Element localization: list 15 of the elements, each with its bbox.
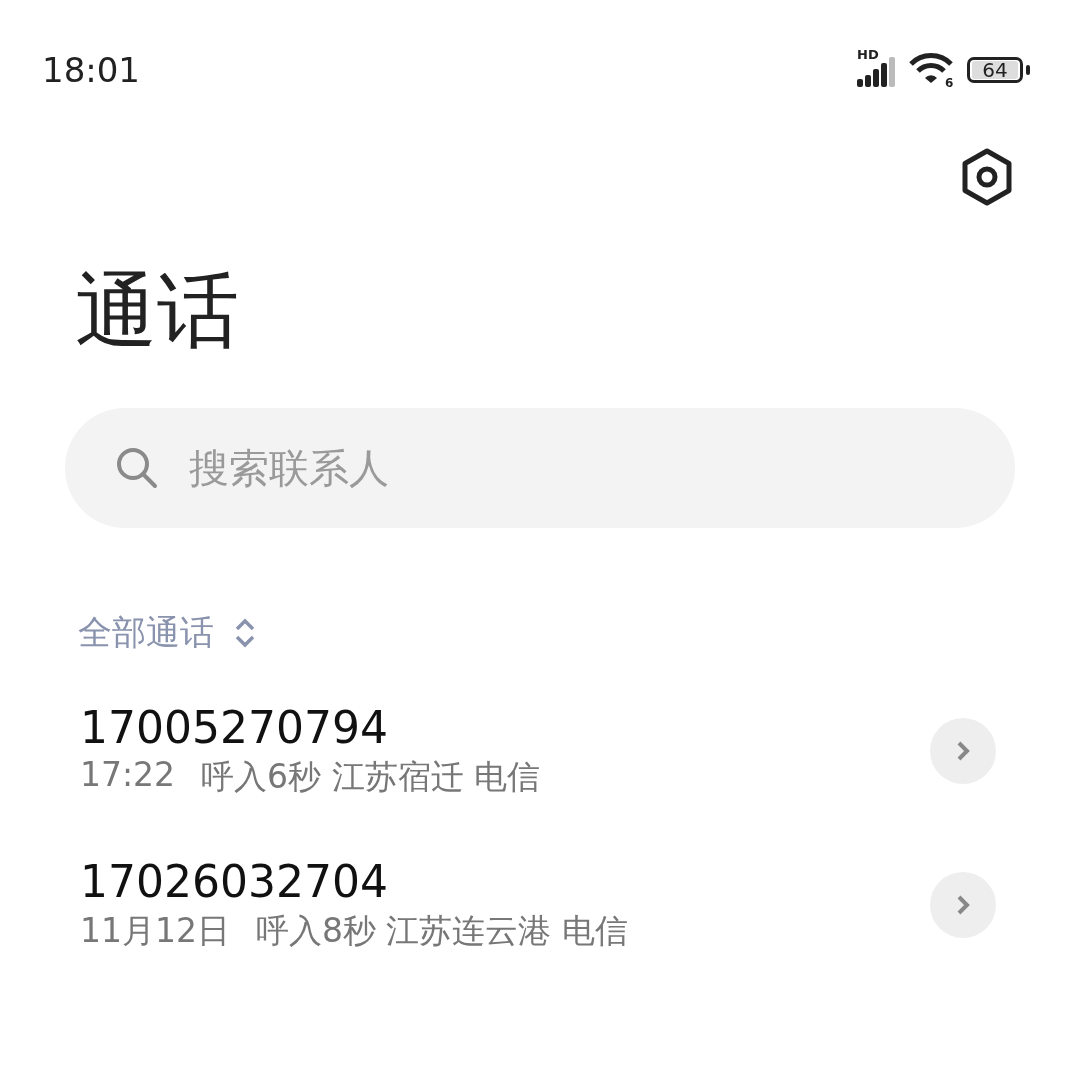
settings-icon[interactable] <box>960 148 1014 206</box>
call-time: 11月12日 <box>80 910 230 952</box>
phone-number[interactable]: 17026032704 <box>80 856 628 907</box>
chevron-right-icon <box>955 739 971 763</box>
sort-icon <box>234 617 256 649</box>
call-time: 17:22 <box>80 755 176 796</box>
status-time: 18:01 <box>42 50 140 90</box>
search-bar[interactable]: 搜索联系人 <box>65 408 1015 528</box>
chevron-right-icon <box>955 893 971 917</box>
call-detail: 呼入8秒 江苏连云港 电信 <box>256 910 628 952</box>
search-icon <box>115 446 159 490</box>
call-detail: 呼入6秒 江苏宿迁 电信 <box>201 756 541 798</box>
page-title: 通话 <box>75 270 240 352</box>
search-field[interactable]: 搜索联系人 <box>187 444 1015 492</box>
phone-number[interactable]: 17005270794 <box>80 702 541 753</box>
